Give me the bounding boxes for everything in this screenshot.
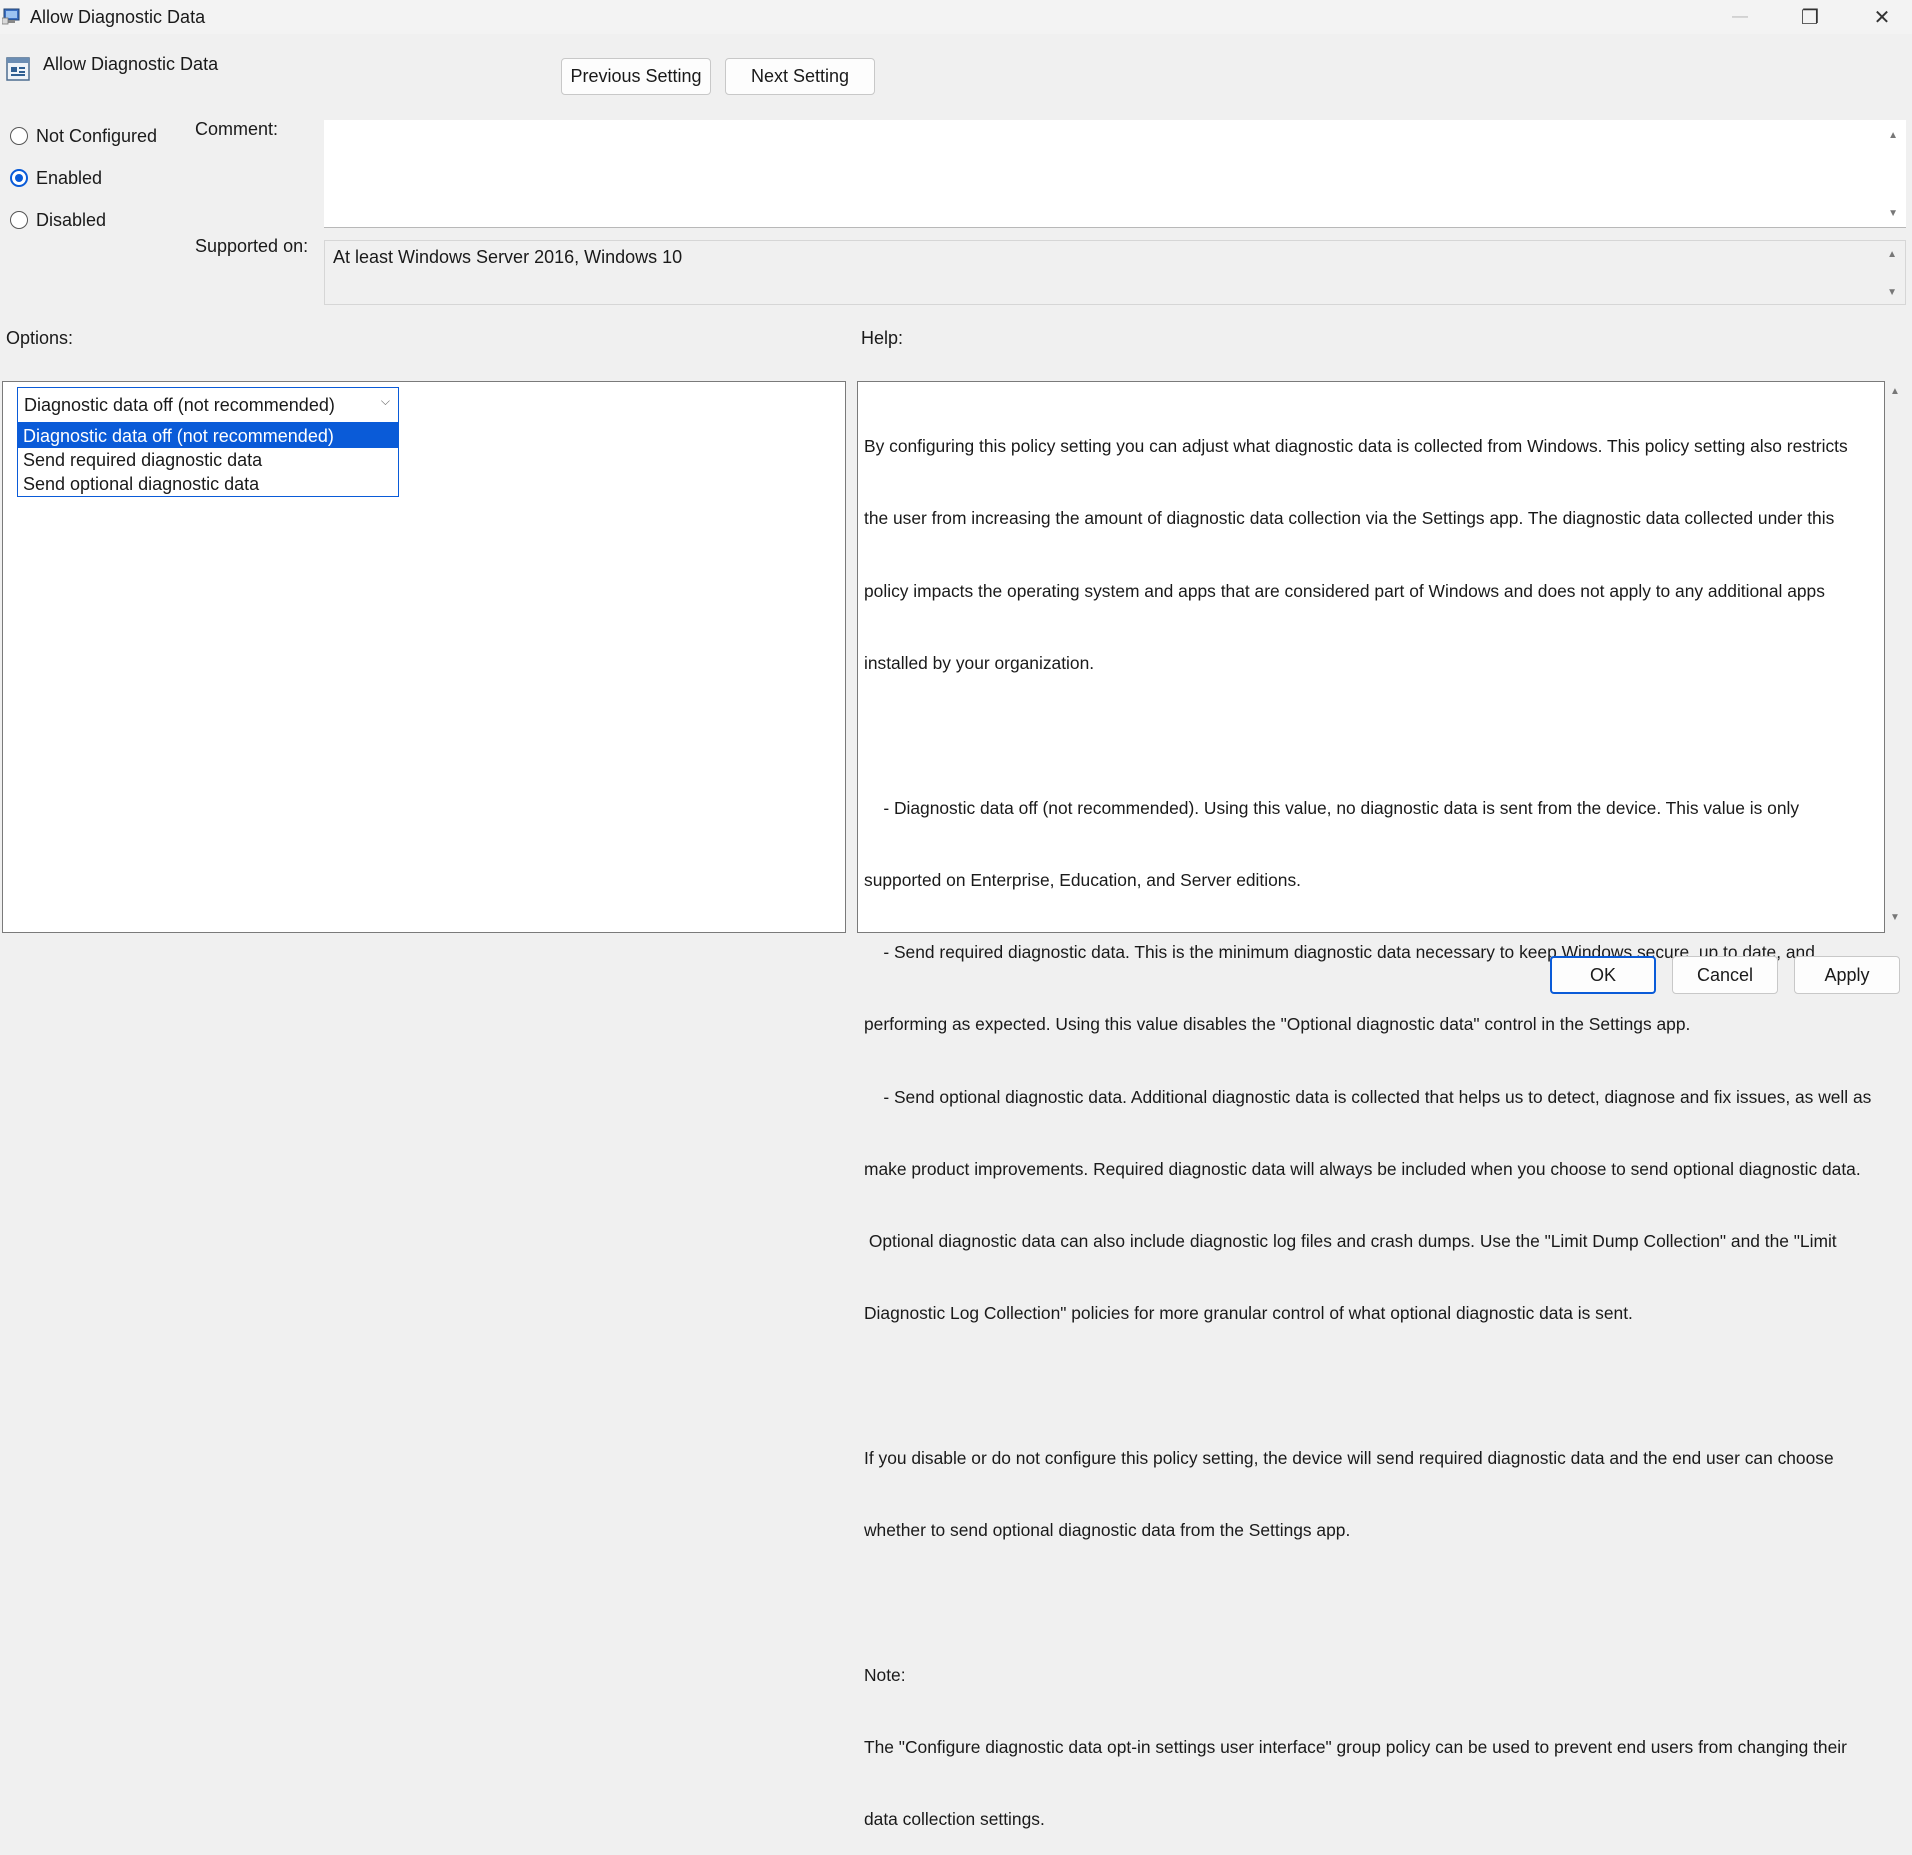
next-setting-button[interactable]: Next Setting — [725, 58, 875, 95]
radio-circle[interactable] — [10, 127, 28, 145]
combobox-selected-value: Diagnostic data off (not recommended) — [24, 394, 335, 415]
help-line: installed by your organization. — [864, 653, 1095, 674]
help-line: the user from increasing the amount of d… — [864, 508, 1835, 529]
options-label: Options: — [6, 328, 74, 348]
help-line — [864, 723, 1874, 747]
radio-enabled[interactable]: Enabled — [10, 166, 102, 190]
policy-name-heading: Allow Diagnostic Data — [43, 54, 219, 74]
group-policy-app-icon — [2, 8, 20, 25]
radio-label: Enabled — [36, 167, 103, 188]
restore-button[interactable]: ❐ — [1781, 0, 1839, 34]
scroll-up-icon[interactable]: ▲ — [1890, 386, 1900, 397]
dropdown-option[interactable]: Send required diagnostic data — [18, 448, 398, 472]
supported-on-label: Supported on: — [195, 236, 309, 256]
help-line: make product improvements. Required diag… — [864, 1158, 1861, 1179]
radio-disabled[interactable]: Disabled — [10, 208, 106, 232]
help-text: By configuring this policy setting you c… — [864, 386, 1874, 1855]
help-line: Optional diagnostic data can also includ… — [864, 1231, 1837, 1252]
supported-on-textbox[interactable]: At least Windows Server 2016, Windows 10… — [324, 240, 1906, 305]
help-line: By configuring this policy setting you c… — [864, 436, 1848, 457]
help-line: If you disable or do not configure this … — [864, 1447, 1834, 1468]
help-line: Diagnostic Log Collection" policies for … — [864, 1303, 1633, 1324]
comment-label: Comment: — [195, 119, 279, 139]
chevron-down-icon[interactable]: ⌵ — [381, 394, 390, 409]
help-line: The "Configure diagnostic data opt-in se… — [864, 1736, 1847, 1757]
close-button[interactable]: ✕ — [1853, 0, 1911, 34]
dropdown-option[interactable]: Send optional diagnostic data — [18, 472, 398, 496]
help-label: Help: — [861, 328, 904, 348]
help-line — [864, 1591, 1874, 1615]
help-line: - Diagnostic data off (not recommended).… — [864, 797, 1800, 818]
help-line: Note: — [864, 1664, 906, 1685]
help-line: data collection settings. — [864, 1809, 1045, 1830]
window-title: Allow Diagnostic Data — [30, 7, 206, 27]
dropdown-option[interactable]: Diagnostic data off (not recommended) — [18, 424, 398, 448]
title-bar — [0, 0, 1912, 34]
radio-label: Not Configured — [36, 125, 158, 146]
help-line: performing as expected. Using this value… — [864, 1014, 1691, 1035]
close-icon: ✕ — [1873, 6, 1891, 29]
apply-button[interactable]: Apply — [1794, 956, 1900, 994]
previous-setting-button[interactable]: Previous Setting — [561, 58, 711, 95]
help-line: whether to send optional diagnostic data… — [864, 1520, 1351, 1541]
minimize-icon: — — [1732, 8, 1748, 25]
scroll-up-icon[interactable]: ▲ — [1888, 130, 1898, 141]
diagnostic-level-combobox[interactable]: Diagnostic data off (not recommended) ⌵ — [17, 387, 399, 423]
radio-label: Disabled — [36, 209, 107, 230]
diagnostic-level-dropdown-list: Diagnostic data off (not recommended) Se… — [17, 423, 399, 497]
cancel-button[interactable]: Cancel — [1672, 956, 1778, 994]
radio-circle[interactable] — [10, 211, 28, 229]
help-line: policy impacts the operating system and … — [864, 580, 1825, 601]
policy-setting-icon — [6, 57, 30, 81]
minimize-button[interactable]: — — [1711, 0, 1769, 34]
supported-on-value: At least Windows Server 2016, Windows 10 — [333, 247, 683, 267]
scroll-down-icon[interactable]: ▼ — [1890, 912, 1900, 923]
help-line: supported on Enterprise, Education, and … — [864, 869, 1301, 890]
comment-textbox[interactable]: ▲ ▼ — [324, 120, 1906, 228]
restore-icon: ❐ — [1801, 6, 1819, 29]
ok-button[interactable]: OK — [1550, 956, 1656, 994]
help-line — [864, 1374, 1874, 1398]
scroll-up-icon[interactable]: ▲ — [1887, 249, 1897, 260]
help-line: - Send optional diagnostic data. Additio… — [864, 1086, 1872, 1107]
scroll-down-icon[interactable]: ▼ — [1888, 208, 1898, 219]
radio-not-configured[interactable]: Not Configured — [10, 124, 157, 148]
radio-circle-checked[interactable] — [10, 169, 28, 187]
scroll-down-icon[interactable]: ▼ — [1887, 287, 1897, 298]
